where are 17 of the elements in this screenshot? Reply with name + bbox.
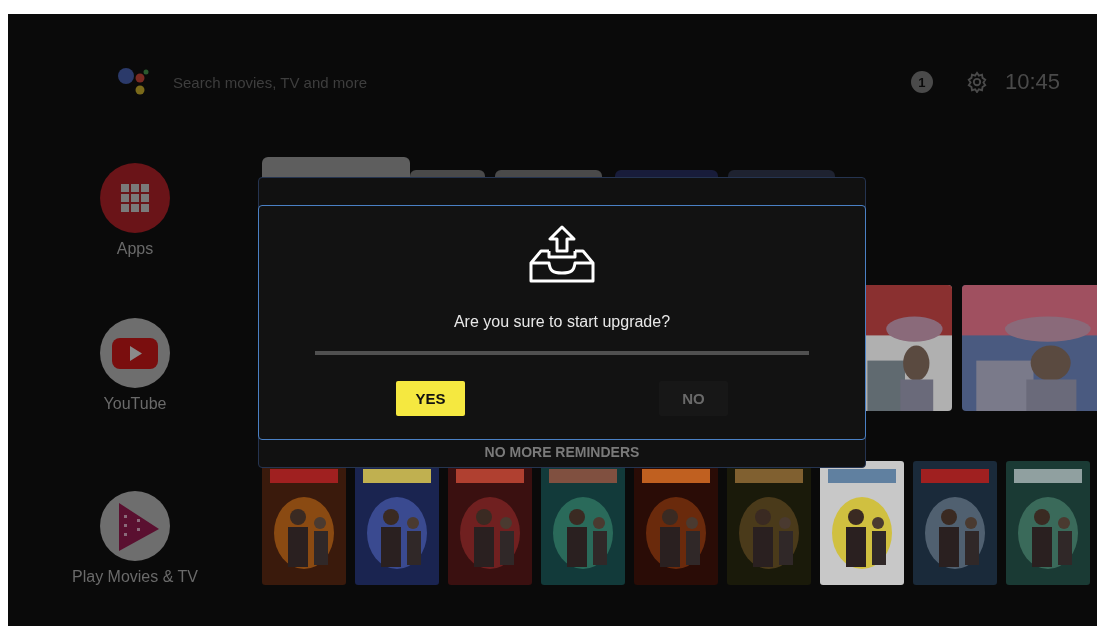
- app-label: YouTube: [103, 395, 167, 413]
- dialog-message: Are you sure to start upgrade?: [453, 313, 671, 331]
- no-button[interactable]: NO: [659, 381, 728, 416]
- app-tile[interactable]: YouTube: [100, 318, 170, 413]
- settings-icon[interactable]: [965, 71, 988, 93]
- yes-button[interactable]: YES: [396, 381, 465, 416]
- app-label: Apps: [116, 240, 154, 258]
- apps-grid-icon: [100, 163, 170, 233]
- film-play-icon: [100, 491, 170, 561]
- notification-badge[interactable]: 1: [910, 71, 933, 93]
- clock: 10:45: [1004, 69, 1060, 95]
- app-tile[interactable]: Play Movies & TV: [72, 491, 198, 586]
- no-more-reminders-button[interactable]: NO MORE REMINDERS: [484, 444, 640, 460]
- app-tile[interactable]: Apps: [100, 163, 170, 258]
- app-label: Play Movies & TV: [72, 568, 198, 586]
- play-button-icon: [100, 318, 170, 388]
- upload-tray-icon: [529, 225, 595, 283]
